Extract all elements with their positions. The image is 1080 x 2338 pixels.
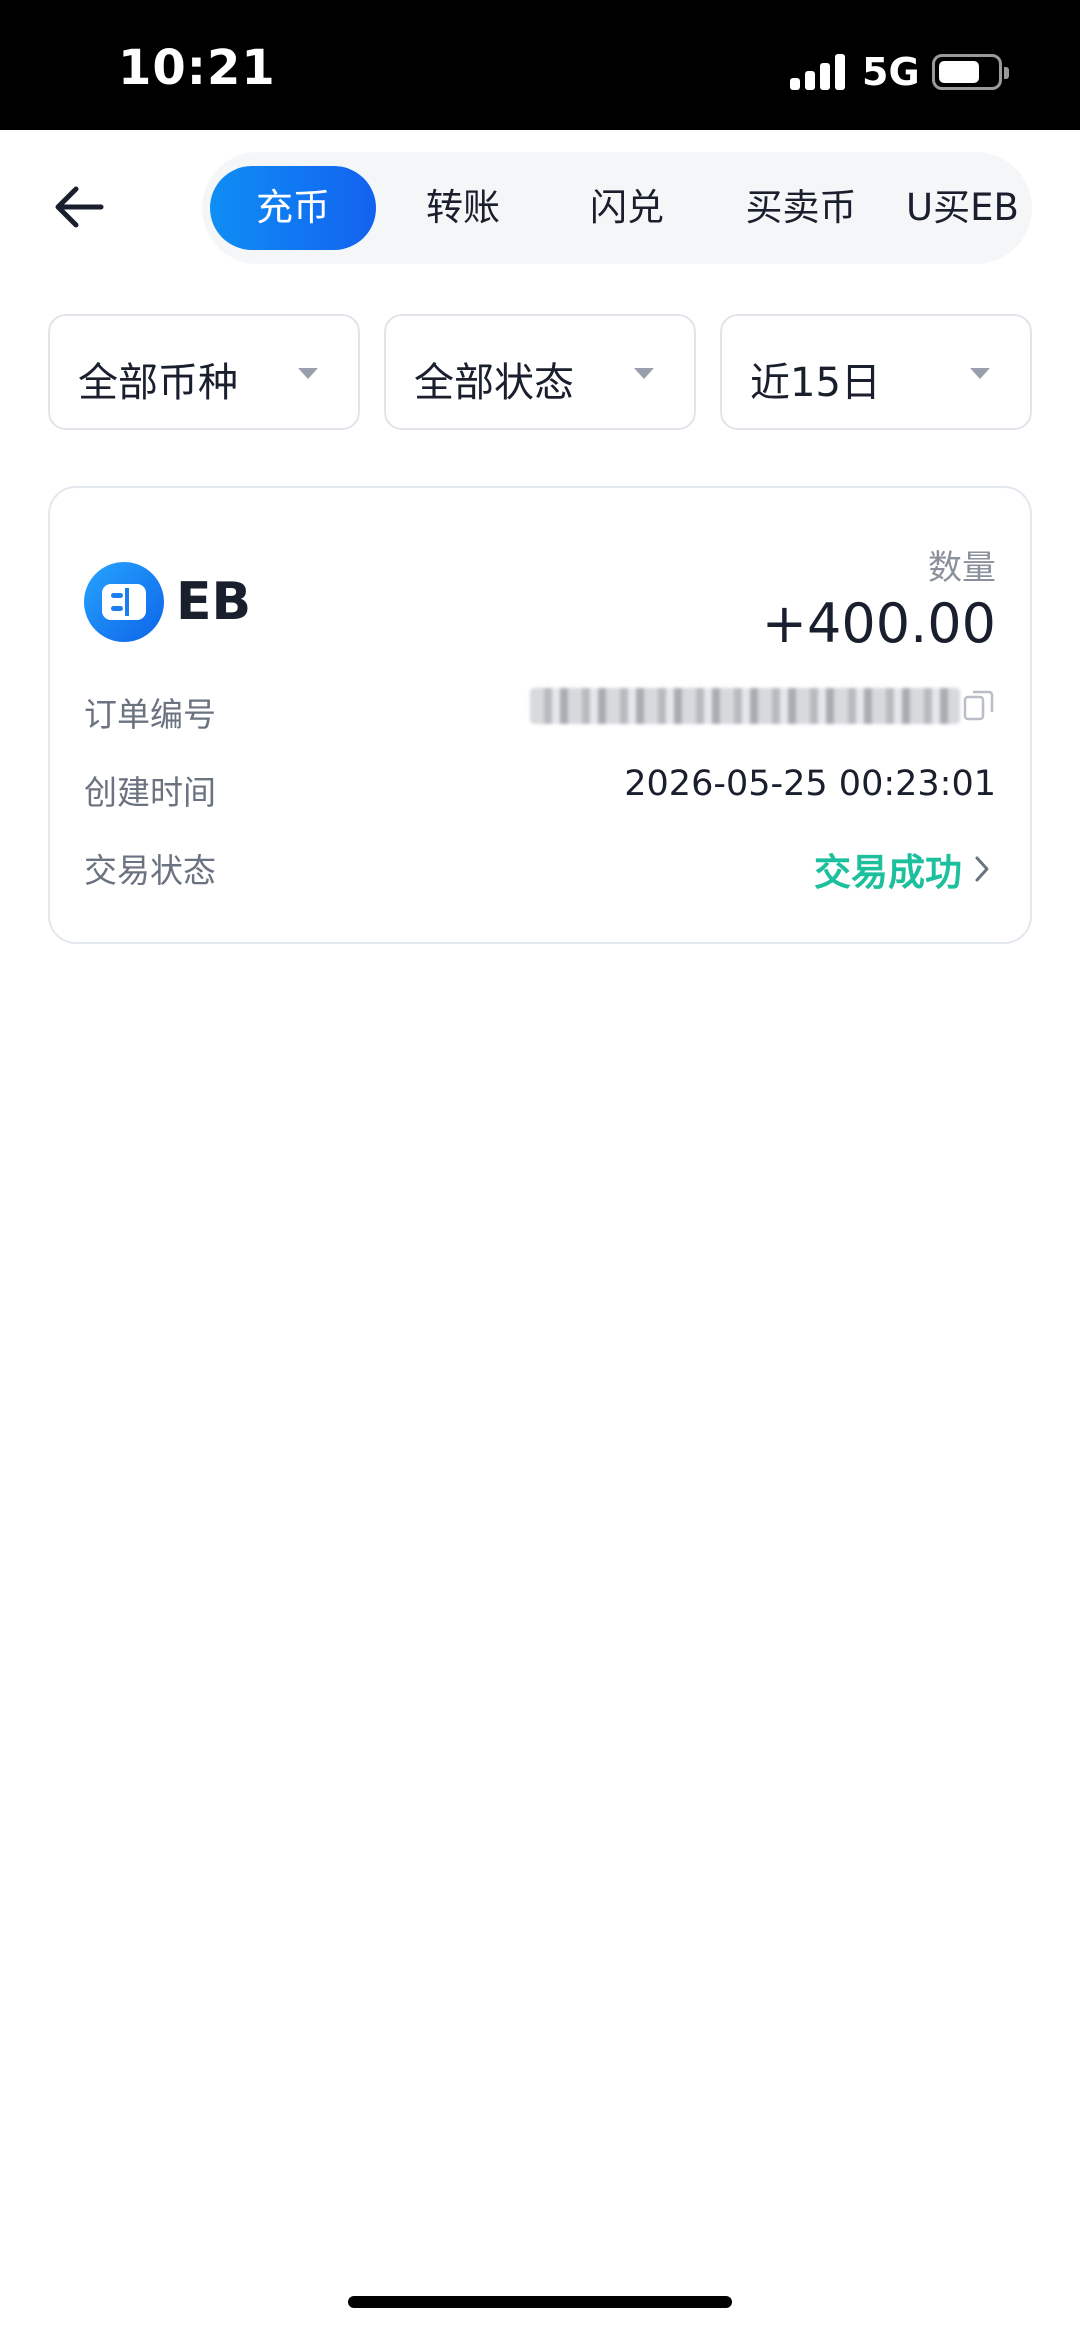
status-link[interactable]: 交易成功 xyxy=(814,842,996,896)
chevron-right-icon xyxy=(975,856,989,882)
home-indicator[interactable] xyxy=(348,2296,732,2308)
created-time-label: 创建时间 xyxy=(84,773,216,812)
eb-coin-icon xyxy=(84,562,164,642)
status-time: 10:21 xyxy=(118,40,276,96)
period-filter-label: 近15日 xyxy=(750,360,881,406)
order-number-label: 订单编号 xyxy=(84,695,216,734)
tab-deposit[interactable]: 充币 xyxy=(210,166,376,250)
arrow-left-icon xyxy=(55,186,104,228)
battery-icon xyxy=(932,54,1009,90)
tab-swap[interactable]: 闪兑 xyxy=(552,166,702,250)
network-label: 5G xyxy=(862,50,920,94)
coin-name: EB xyxy=(176,572,252,632)
status-filter[interactable]: 全部状态 xyxy=(384,314,696,430)
tab-buy-sell[interactable]: 买卖币 xyxy=(716,166,886,250)
quantity-label: 数量 xyxy=(928,548,996,588)
status-bar: 10:21 5G xyxy=(0,0,1080,130)
copy-icon[interactable] xyxy=(962,688,996,722)
quantity-value: +400.00 xyxy=(761,592,996,655)
caret-down-icon xyxy=(298,368,318,379)
record-card[interactable]: EB 数量 +400.00 订单编号 创建时间 2026-05-25 00:23… xyxy=(48,486,1032,944)
status-label: 交易状态 xyxy=(84,851,216,890)
status-value: 交易成功 xyxy=(814,851,962,894)
tab-u-buy-eb[interactable]: U买EB xyxy=(906,166,1032,250)
tab-transfer[interactable]: 转账 xyxy=(388,166,538,250)
status-filter-label: 全部状态 xyxy=(414,360,574,406)
signal-icon xyxy=(790,54,846,90)
order-number-redacted xyxy=(530,688,960,724)
created-time-value: 2026-05-25 00:23:01 xyxy=(624,764,996,804)
back-button[interactable] xyxy=(44,172,114,242)
period-filter[interactable]: 近15日 xyxy=(720,314,1032,430)
coin-filter-label: 全部币种 xyxy=(78,360,238,406)
category-tabs: 充币 转账 闪兑 买卖币 U买EB xyxy=(202,152,1032,264)
caret-down-icon xyxy=(634,368,654,379)
caret-down-icon xyxy=(970,368,990,379)
coin-filter[interactable]: 全部币种 xyxy=(48,314,360,430)
